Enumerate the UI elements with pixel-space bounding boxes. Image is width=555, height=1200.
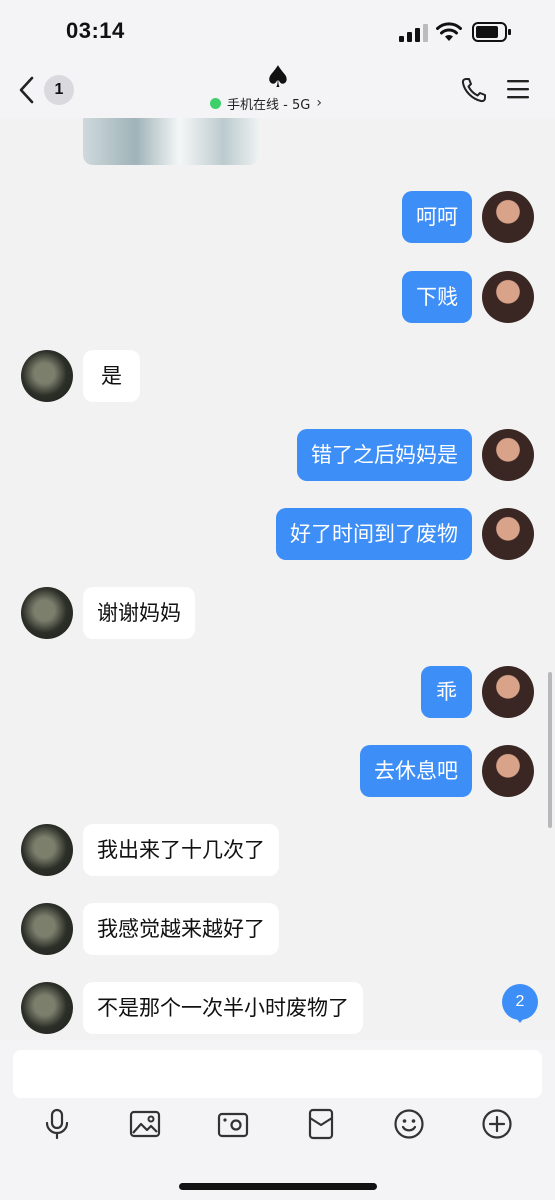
home-indicator[interactable] (179, 1183, 377, 1190)
chevron-right-icon: › (316, 95, 322, 111)
chat-header: 1 ♠ 手机在线 - 5G › (0, 62, 555, 118)
status-time: 03:14 (66, 18, 125, 43)
contact-avatar[interactable] (21, 350, 73, 402)
wifi-icon (436, 22, 462, 41)
contact-avatar[interactable] (21, 824, 73, 876)
message-bubble-sent[interactable]: 下贱 (402, 271, 472, 323)
plus-icon[interactable] (481, 1108, 513, 1140)
scrollbar[interactable] (548, 672, 552, 828)
phone-call-icon[interactable] (460, 76, 488, 104)
my-avatar[interactable] (482, 666, 534, 718)
message-bubble-received[interactable]: 我感觉越来越好了 (83, 903, 279, 955)
contact-avatar[interactable] (21, 982, 73, 1034)
message-bubble-received[interactable]: 不是那个一次半小时废物了 (83, 982, 363, 1034)
message-bubble-received[interactable]: 我出来了十几次了 (83, 824, 279, 876)
message-input[interactable] (13, 1050, 542, 1098)
contact-name[interactable]: ♠ (258, 62, 298, 94)
message-bubble-sent[interactable]: 好了时间到了废物 (276, 508, 472, 560)
message-bubble-received[interactable]: 是 (83, 350, 140, 402)
unread-count-badge[interactable]: 1 (44, 75, 74, 105)
battery-icon (472, 22, 511, 42)
red-packet-icon[interactable] (305, 1108, 337, 1140)
status-bar: 03:14 (0, 0, 555, 62)
menu-icon[interactable] (506, 77, 530, 101)
image-icon[interactable] (129, 1108, 161, 1140)
camera-icon[interactable] (217, 1108, 249, 1140)
my-avatar[interactable] (482, 429, 534, 481)
new-message-badge-tail (513, 1014, 527, 1023)
my-avatar[interactable] (482, 271, 534, 323)
cellular-signal-icon (399, 24, 428, 42)
my-avatar[interactable] (482, 745, 534, 797)
contact-avatar[interactable] (21, 587, 73, 639)
my-avatar[interactable] (482, 191, 534, 243)
message-bubble-received[interactable]: 谢谢妈妈 (83, 587, 195, 639)
back-arrow-icon[interactable] (16, 76, 38, 104)
online-status[interactable]: 手机在线 - 5G › (210, 93, 322, 113)
online-dot-icon (210, 97, 221, 109)
contact-avatar[interactable] (21, 903, 73, 955)
emoji-icon[interactable] (393, 1108, 425, 1140)
message-bubble-sent[interactable]: 错了之后妈妈是 (297, 429, 472, 481)
message-bubble-sent[interactable]: 呵呵 (402, 191, 472, 243)
message-bubble-sent[interactable]: 乖 (421, 666, 472, 718)
online-status-text: 手机在线 - 5G (227, 97, 311, 113)
microphone-icon[interactable] (41, 1108, 73, 1140)
sticker-image[interactable] (83, 118, 259, 165)
input-bar (0, 1040, 555, 1200)
my-avatar[interactable] (482, 508, 534, 560)
message-bubble-sent[interactable]: 去休息吧 (360, 745, 472, 797)
